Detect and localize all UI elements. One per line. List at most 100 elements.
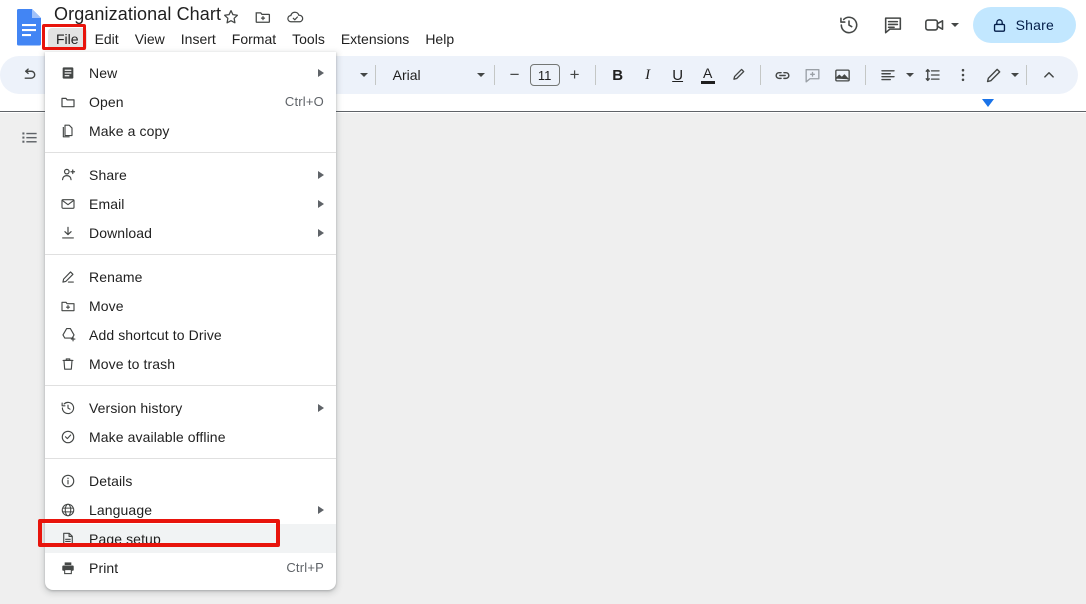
menu-item-label: Rename [89, 268, 143, 285]
star-icon[interactable] [222, 8, 240, 26]
menu-item-rename[interactable]: Rename [45, 262, 336, 291]
menu-item-label: Add shortcut to Drive [89, 326, 222, 343]
menu-view[interactable]: View [127, 28, 173, 50]
toolbar-right-group [978, 60, 1078, 90]
menu-item-label: Share [89, 166, 127, 183]
menu-item-label: Email [89, 195, 125, 212]
text-color-label: A [702, 65, 713, 81]
copy-icon [59, 122, 77, 140]
left-rail [0, 113, 48, 604]
app-header: Organizational Chart File Edit View Inse… [0, 0, 1086, 52]
insert-link-button[interactable] [768, 60, 798, 90]
undo-button[interactable] [14, 60, 44, 90]
collapse-toolbar-button[interactable] [1034, 60, 1064, 90]
menu-edit[interactable]: Edit [87, 28, 127, 50]
align-chevron-down-icon[interactable] [905, 73, 914, 77]
menu-format[interactable]: Format [224, 28, 284, 50]
menu-insert[interactable]: Insert [173, 28, 224, 50]
font-size-stepper: − 11 + [502, 62, 588, 88]
google-docs-logo[interactable] [14, 8, 44, 46]
toolbar-divider-4 [759, 65, 761, 85]
menu-help[interactable]: Help [417, 28, 462, 50]
cloud-saved-icon[interactable] [286, 8, 304, 26]
italic-button[interactable]: I [633, 60, 663, 90]
increase-font-size-button[interactable]: + [562, 62, 588, 88]
menu-item-share[interactable]: Share [45, 160, 336, 189]
menu-item-open[interactable]: Open Ctrl+O [45, 87, 336, 116]
printer-icon [59, 559, 77, 577]
menu-bar: File Edit View Insert Format Tools Exten… [48, 28, 462, 50]
margin-marker-icon[interactable] [982, 99, 994, 107]
toolbar-divider-3 [594, 65, 596, 85]
bold-button[interactable]: B [603, 60, 633, 90]
menu-item-label: Open [89, 93, 124, 110]
decrease-font-size-button[interactable]: − [502, 62, 528, 88]
insert-image-button[interactable] [828, 60, 858, 90]
page-title[interactable]: Organizational Chart [52, 2, 223, 26]
menu-item-label: Move to trash [89, 355, 176, 372]
meet-button[interactable] [917, 5, 963, 45]
header-actions: Share [829, 5, 1076, 45]
version-history-button[interactable] [829, 5, 869, 45]
bold-label: B [612, 66, 624, 84]
font-family-select[interactable]: Arial [383, 61, 487, 89]
menu-item-label: Make a copy [89, 122, 170, 139]
editing-mode-chevron-down-icon[interactable] [1011, 73, 1019, 77]
line-spacing-button[interactable] [918, 60, 948, 90]
menu-item-label: Language [89, 501, 153, 518]
comments-button[interactable] [873, 5, 913, 45]
menu-item-print[interactable]: Print Ctrl+P [45, 553, 336, 582]
submenu-arrow-icon [318, 403, 324, 412]
menu-item-new[interactable]: New [45, 58, 336, 87]
document-outline-icon[interactable] [16, 124, 42, 150]
more-options-button[interactable] [948, 60, 978, 90]
menu-item-language[interactable]: Language [45, 495, 336, 524]
move-to-folder-icon[interactable] [254, 8, 272, 26]
menu-item-make-a-copy[interactable]: Make a copy [45, 116, 336, 145]
page-setup-icon [59, 530, 77, 548]
text-color-swatch [700, 81, 715, 84]
menu-item-download[interactable]: Download [45, 218, 336, 247]
font-family-chevron-down-icon[interactable] [476, 73, 485, 77]
highlight-color-button[interactable] [723, 60, 753, 90]
add-comment-button[interactable] [798, 60, 828, 90]
document-title-block[interactable]: Organizational Chart [52, 2, 223, 26]
menu-tools[interactable]: Tools [284, 28, 333, 50]
share-button[interactable]: Share [972, 7, 1076, 43]
menu-item-add-shortcut-to-drive[interactable]: Add shortcut to Drive [45, 320, 336, 349]
italic-label: I [645, 66, 651, 83]
move-folder-icon [59, 297, 77, 315]
menu-item-make-available-offline[interactable]: Make available offline [45, 422, 336, 451]
font-size-input[interactable]: 11 [529, 64, 560, 86]
rename-pencil-icon [59, 268, 77, 286]
submenu-arrow-icon [318, 228, 324, 237]
menu-item-move-to-trash[interactable]: Move to trash [45, 349, 336, 378]
menu-item-move[interactable]: Move [45, 291, 336, 320]
person-add-icon [59, 166, 77, 184]
menu-divider [45, 385, 336, 386]
title-icon-group [222, 8, 304, 26]
text-color-button[interactable]: A [693, 60, 723, 90]
drive-shortcut-icon [59, 326, 77, 344]
menu-extensions[interactable]: Extensions [333, 28, 417, 50]
history-icon [59, 399, 77, 417]
toolbar-divider-5 [864, 65, 866, 85]
menu-item-version-history[interactable]: Version history [45, 393, 336, 422]
menu-item-details[interactable]: Details [45, 466, 336, 495]
lock-icon [991, 17, 1008, 34]
underline-button[interactable]: U [663, 60, 693, 90]
chevron-down-icon[interactable] [950, 23, 959, 27]
align-button[interactable] [873, 60, 903, 90]
globe-icon [59, 501, 77, 519]
submenu-arrow-icon [318, 68, 324, 77]
styles-chevron-down-icon[interactable] [359, 73, 368, 77]
editing-mode-button[interactable] [978, 60, 1008, 90]
info-icon [59, 472, 77, 490]
menu-item-page-setup[interactable]: Page setup [45, 524, 336, 553]
file-dropdown-menu: New Open Ctrl+O Make a copy Share Email … [45, 52, 336, 590]
menu-file[interactable]: File [48, 28, 87, 50]
menu-item-email[interactable]: Email [45, 189, 336, 218]
menu-divider [45, 254, 336, 255]
menu-item-label: Page setup [89, 530, 161, 547]
menu-item-label: New [89, 64, 118, 81]
